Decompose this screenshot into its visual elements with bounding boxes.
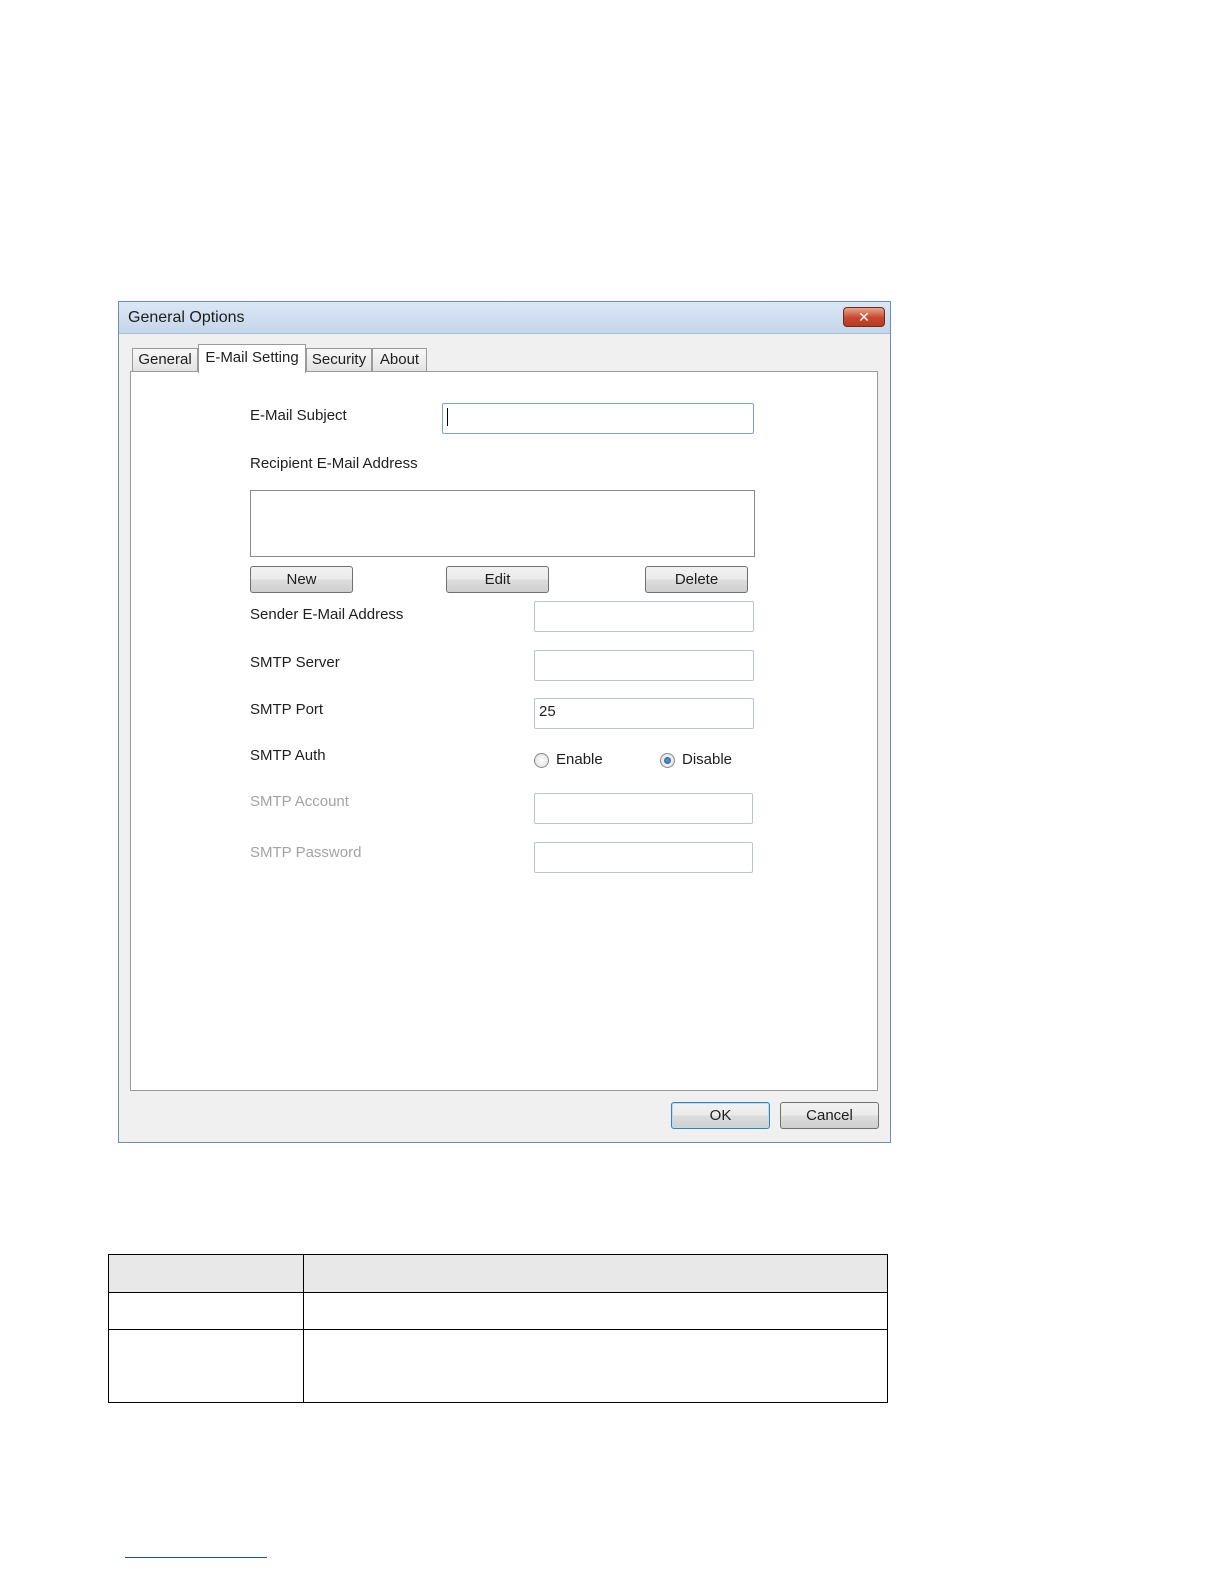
smtp-password-label: SMTP Password [250, 844, 362, 861]
smtp-auth-label: SMTP Auth [250, 747, 326, 764]
auth-disable-radio[interactable] [660, 753, 675, 768]
email-subject-input[interactable] [442, 403, 754, 434]
table-header-row [108, 1254, 888, 1293]
recipient-list[interactable] [250, 490, 755, 557]
table-cell [303, 1329, 888, 1403]
smtp-server-label: SMTP Server [250, 654, 340, 671]
smtp-account-label: SMTP Account [250, 793, 349, 810]
table-row [108, 1292, 888, 1330]
smtp-port-label: SMTP Port [250, 701, 324, 718]
smtp-server-input[interactable] [534, 650, 754, 681]
table-row [108, 1329, 888, 1403]
smtp-account-input[interactable] [534, 793, 753, 824]
radio-selected-dot [664, 757, 671, 764]
close-icon: ✕ [858, 309, 870, 325]
edit-button[interactable]: Edit [446, 566, 549, 593]
smtp-password-input[interactable] [534, 842, 753, 873]
email-subject-label: E-Mail Subject [250, 407, 347, 424]
recipient-label: Recipient E-Mail Address [250, 455, 418, 472]
tab-email-setting[interactable]: E-Mail Setting [198, 344, 306, 373]
tab-about[interactable]: About [372, 348, 427, 372]
new-button[interactable]: New [250, 566, 353, 593]
email-setting-panel: E-Mail Subject Recipient E-Mail Address … [130, 371, 878, 1091]
table-cell [108, 1329, 304, 1403]
sender-email-input[interactable] [534, 601, 754, 632]
tab-general[interactable]: General [132, 348, 198, 372]
info-table [108, 1254, 888, 1403]
smtp-port-input[interactable]: 25 [534, 698, 754, 729]
cancel-button[interactable]: Cancel [780, 1102, 879, 1129]
window-title: General Options [128, 309, 245, 326]
sender-email-label: Sender E-Mail Address [250, 606, 404, 623]
ok-button[interactable]: OK [671, 1102, 770, 1129]
table-cell [108, 1292, 304, 1330]
auth-disable-label[interactable]: Disable [682, 751, 732, 768]
close-button[interactable]: ✕ [843, 307, 885, 327]
tab-security[interactable]: Security [306, 348, 372, 372]
title-bar[interactable]: General Options ✕ [119, 302, 890, 334]
table-header-cell [108, 1254, 304, 1293]
table-header-cell [303, 1254, 888, 1293]
auth-enable-radio[interactable] [534, 753, 549, 768]
auth-enable-label[interactable]: Enable [556, 751, 603, 768]
table-cell [303, 1292, 888, 1330]
delete-button[interactable]: Delete [645, 566, 748, 593]
general-options-dialog: General Options ✕ General E-Mail Setting… [118, 301, 891, 1143]
footnote-separator [125, 1557, 267, 1558]
text-caret [447, 408, 448, 427]
